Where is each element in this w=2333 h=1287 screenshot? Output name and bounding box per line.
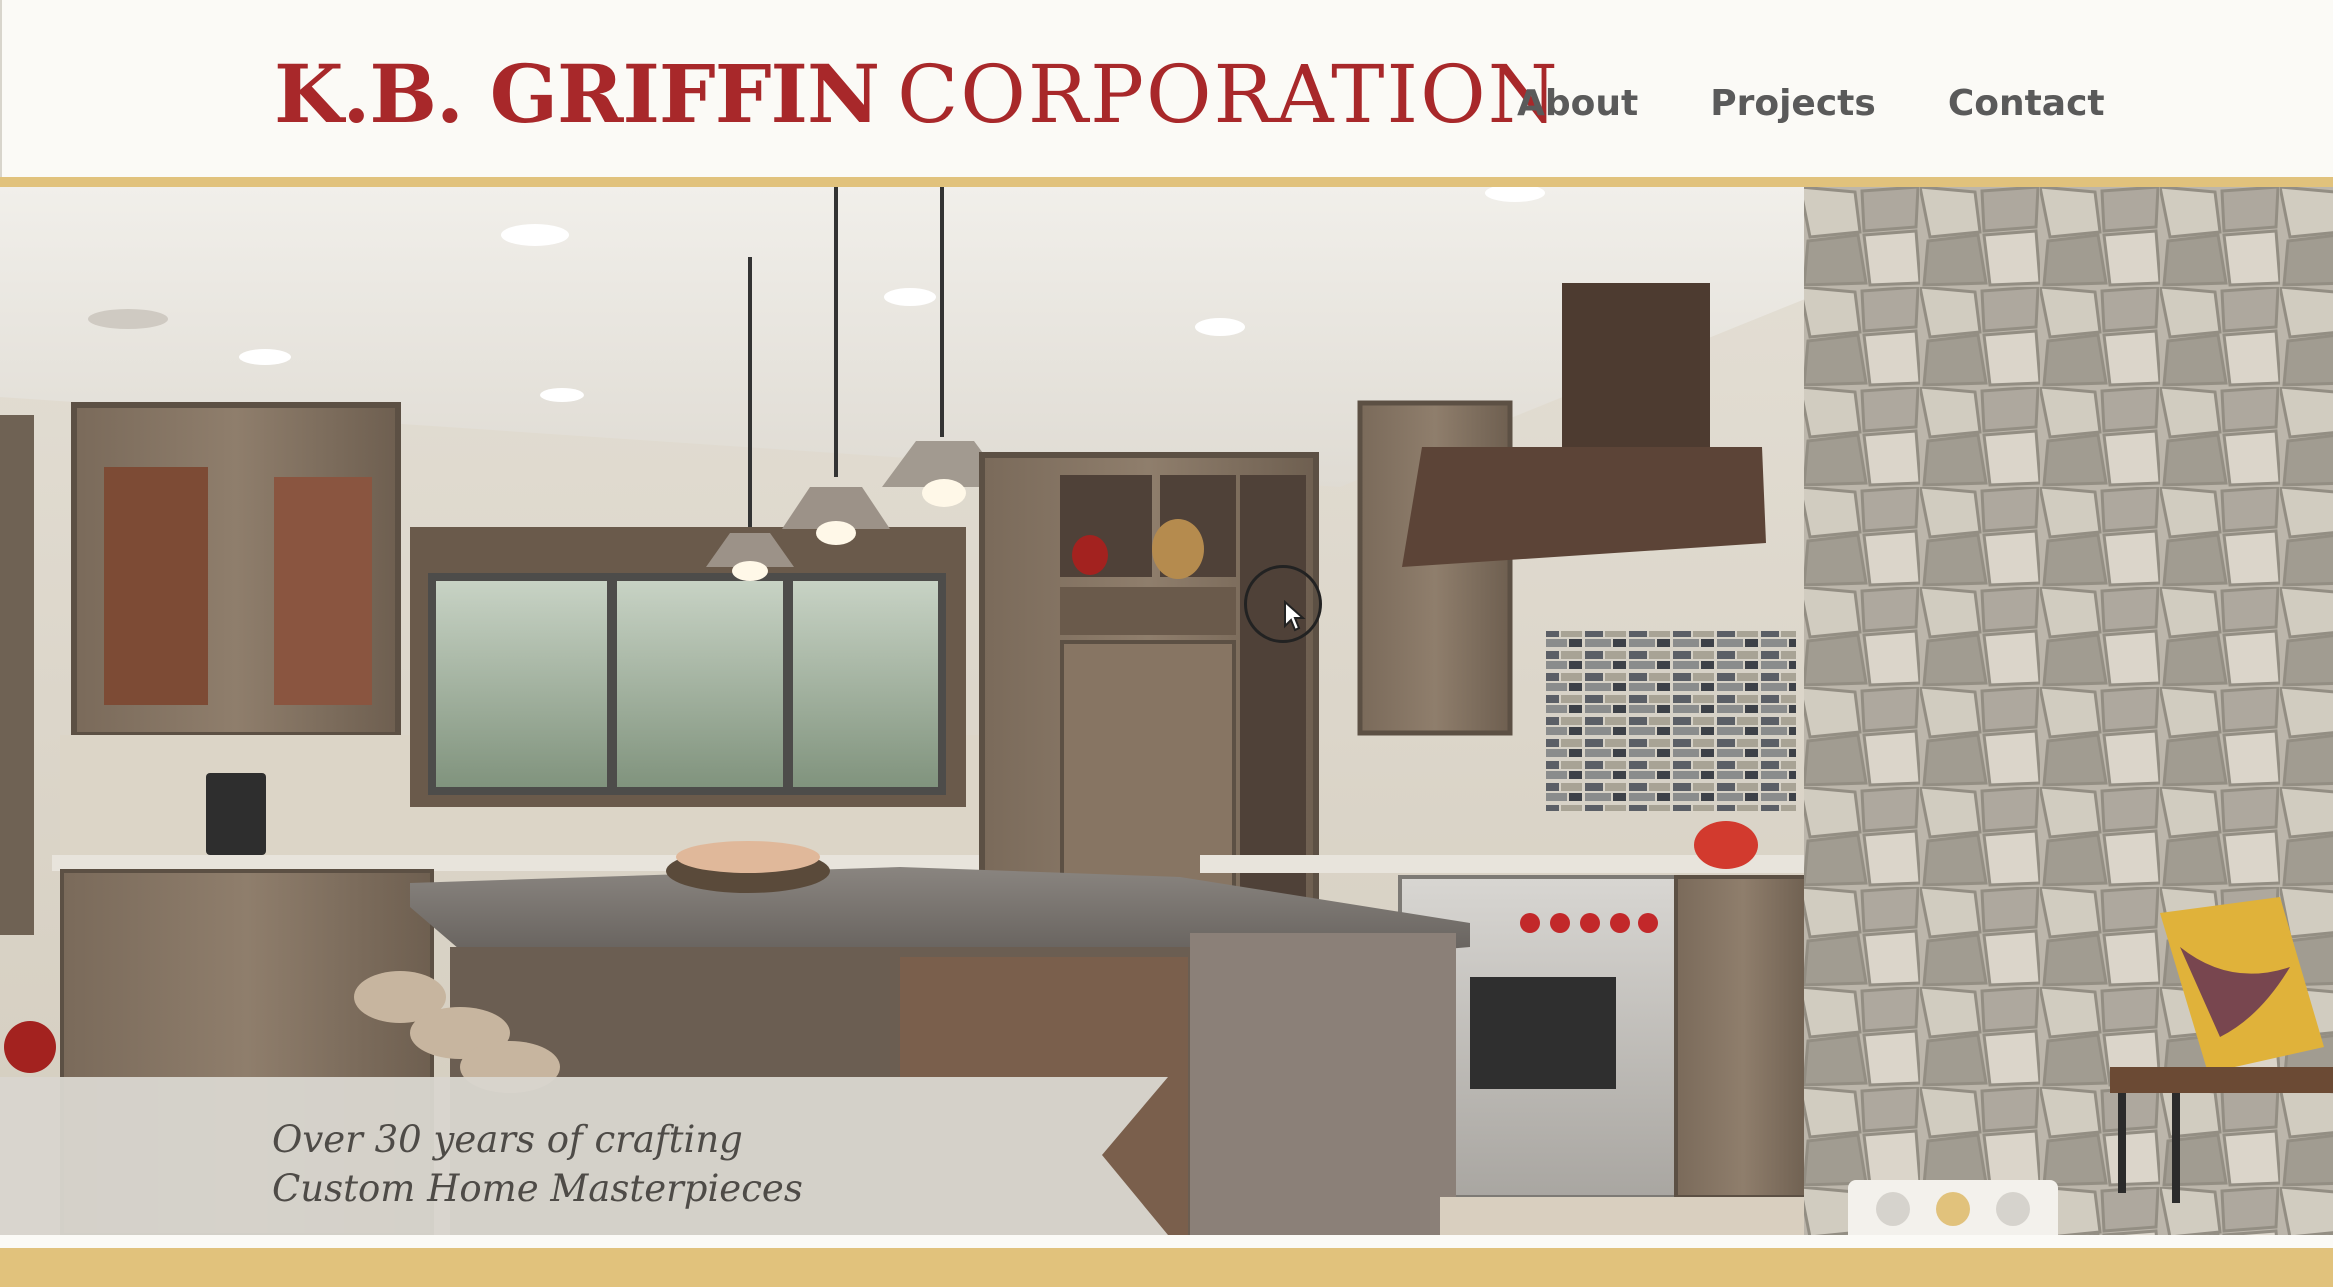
hero-caption: Over 30 years of crafting Custom Home Ma… — [0, 1077, 1180, 1235]
header-accent-bar — [0, 177, 2333, 187]
mouse-cursor-icon — [1244, 565, 1322, 643]
caption-line-1: Over 30 years of crafting — [272, 1118, 743, 1161]
logo-name-bold: K.B. GRIFFIN — [274, 47, 880, 141]
nav-projects-link[interactable]: Projects — [1710, 82, 1876, 126]
site-header: K.B. GRIFFIN CORPORATION About Projects C… — [0, 0, 2333, 177]
arrow-pointer-icon — [1284, 600, 1306, 632]
slider-pagination — [1848, 1180, 2058, 1235]
main-nav: About Projects Contact — [1517, 82, 2105, 126]
caption-text: Over 30 years of crafting Custom Home Ma… — [272, 1115, 803, 1213]
nav-contact-link[interactable]: Contact — [1948, 82, 2105, 126]
site-logo[interactable]: K.B. GRIFFIN CORPORATION — [274, 46, 1560, 143]
footer-divider — [0, 1235, 2333, 1248]
hero-slider: Over 30 years of crafting Custom Home Ma… — [0, 187, 2333, 1235]
logo-name-light: CORPORATION — [897, 48, 1560, 141]
nav-about-link[interactable]: About — [1517, 82, 1638, 126]
caption-line-2: Custom Home Masterpieces — [272, 1167, 803, 1210]
slide-dot-1[interactable] — [1876, 1192, 1910, 1226]
slide-dot-3[interactable] — [1996, 1192, 2030, 1226]
footer-accent-bar — [0, 1248, 2333, 1287]
slide-dot-2[interactable] — [1936, 1192, 1970, 1226]
